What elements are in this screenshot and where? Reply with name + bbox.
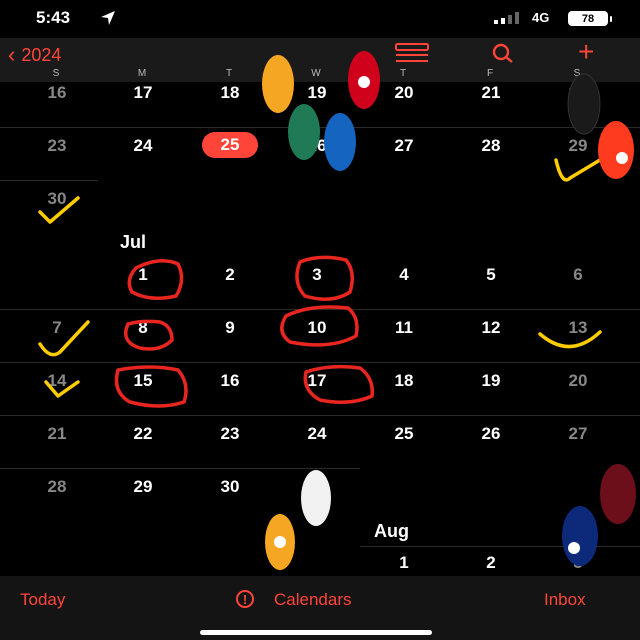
day-cell[interactable]: 15 xyxy=(113,371,173,391)
month-label-july: Jul xyxy=(120,232,147,252)
week-divider xyxy=(360,546,640,547)
day-cell[interactable]: 16 xyxy=(200,371,260,391)
white-ball xyxy=(301,470,331,526)
day-cell[interactable]: 5 xyxy=(461,265,521,285)
day-cell[interactable]: 30 xyxy=(200,477,260,497)
day-cell[interactable]: 3 xyxy=(548,553,608,573)
day-cell[interactable]: 19 xyxy=(287,83,347,103)
day-cell[interactable]: 21 xyxy=(27,424,87,444)
day-cell[interactable]: 1 xyxy=(374,553,434,573)
maroon-ball xyxy=(600,464,636,524)
inbox-button[interactable]: Inbox xyxy=(544,590,586,610)
day-cell[interactable]: 27 xyxy=(374,136,434,156)
day-cell[interactable]: 21 xyxy=(461,83,521,103)
day-cell[interactable]: 17 xyxy=(287,371,347,391)
weekday-sat: S xyxy=(573,68,581,79)
calendar-nav-bar: ‹ 2024 + S M T W T F S xyxy=(0,38,640,82)
day-cell[interactable]: 3 xyxy=(287,265,347,285)
day-cell[interactable]: 11 xyxy=(374,318,434,338)
day-cell[interactable]: 29 xyxy=(113,477,173,497)
day-cell[interactable]: 29 xyxy=(548,136,608,156)
check-mark xyxy=(554,158,602,182)
day-cell[interactable]: 20 xyxy=(374,83,434,103)
home-indicator xyxy=(200,630,432,635)
day-cell[interactable]: 28 xyxy=(461,136,521,156)
day-cell[interactable]: 7 xyxy=(27,318,87,338)
week-divider xyxy=(0,309,640,310)
list-view-icon[interactable] xyxy=(394,42,430,64)
day-cell[interactable]: 10 xyxy=(287,318,347,338)
weekday-fri: F xyxy=(486,68,494,79)
day-cell[interactable]: 18 xyxy=(374,371,434,391)
day-cell[interactable]: 22 xyxy=(548,83,608,103)
day-cell[interactable]: 27 xyxy=(548,424,608,444)
week-divider xyxy=(0,127,640,128)
weekday-thu: T xyxy=(399,68,407,79)
billiard-balls xyxy=(262,51,636,570)
month-label-august: Aug xyxy=(374,521,409,541)
week-divider xyxy=(0,362,640,363)
day-cell[interactable]: 14 xyxy=(27,371,87,391)
add-icon[interactable]: + xyxy=(578,38,594,66)
day-cell[interactable]: 12 xyxy=(461,318,521,338)
day-cell[interactable]: 16 xyxy=(27,83,87,103)
day-cell[interactable]: 13 xyxy=(548,318,608,338)
day-cell[interactable]: 2 xyxy=(461,553,521,573)
striped-ball xyxy=(265,514,295,570)
weekday-wed: W xyxy=(311,68,321,79)
day-cell[interactable]: 26 xyxy=(461,424,521,444)
back-chevron-icon: ‹ xyxy=(8,42,16,67)
day-cell[interactable]: 9 xyxy=(200,318,260,338)
status-time: 5:43 xyxy=(36,8,71,27)
day-cell[interactable]: 26 xyxy=(287,136,347,156)
search-icon[interactable] xyxy=(486,42,522,64)
day-cell[interactable]: 28 xyxy=(27,477,87,497)
day-cell[interactable]: 6 xyxy=(548,265,608,285)
day-cell[interactable]: 8 xyxy=(113,318,173,338)
day-cell[interactable]: 30 xyxy=(27,189,87,209)
day-cell[interactable]: 23 xyxy=(200,424,260,444)
day-cell[interactable]: 4 xyxy=(374,265,434,285)
today-button[interactable]: Today xyxy=(20,590,65,610)
day-cell[interactable]: 22 xyxy=(113,424,173,444)
back-button-label: 2024 xyxy=(21,44,62,65)
status-bar: 5:43 4G 78 xyxy=(0,0,640,38)
week-divider xyxy=(0,180,98,181)
signal-icon xyxy=(494,12,519,24)
calendars-button[interactable]: Calendars xyxy=(274,590,352,610)
day-cell[interactable]: 1 xyxy=(113,265,173,285)
weekday-tue: T xyxy=(225,68,233,79)
weekday-mon: M xyxy=(137,68,147,79)
day-cell[interactable]: 17 xyxy=(113,83,173,103)
day-cell[interactable]: 24 xyxy=(287,424,347,444)
weekday-sun: S xyxy=(52,68,60,79)
battery-icon: 78 xyxy=(568,11,612,26)
day-cell[interactable]: 2 xyxy=(200,265,260,285)
week-divider xyxy=(0,415,640,416)
day-cell[interactable]: 24 xyxy=(113,136,173,156)
week-divider xyxy=(0,468,360,469)
back-button[interactable]: ‹ 2024 xyxy=(8,42,61,68)
alert-icon: ! xyxy=(236,590,254,608)
day-cell[interactable]: 18 xyxy=(200,83,260,103)
day-cell[interactable]: 25 xyxy=(374,424,434,444)
day-cell[interactable]: 20 xyxy=(548,371,608,391)
location-arrow-icon xyxy=(101,11,115,25)
day-cell[interactable]: 23 xyxy=(27,136,87,156)
today-day-cell[interactable]: 25 xyxy=(202,132,258,158)
day-cell[interactable]: 19 xyxy=(461,371,521,391)
network-type: 4G xyxy=(532,10,550,25)
